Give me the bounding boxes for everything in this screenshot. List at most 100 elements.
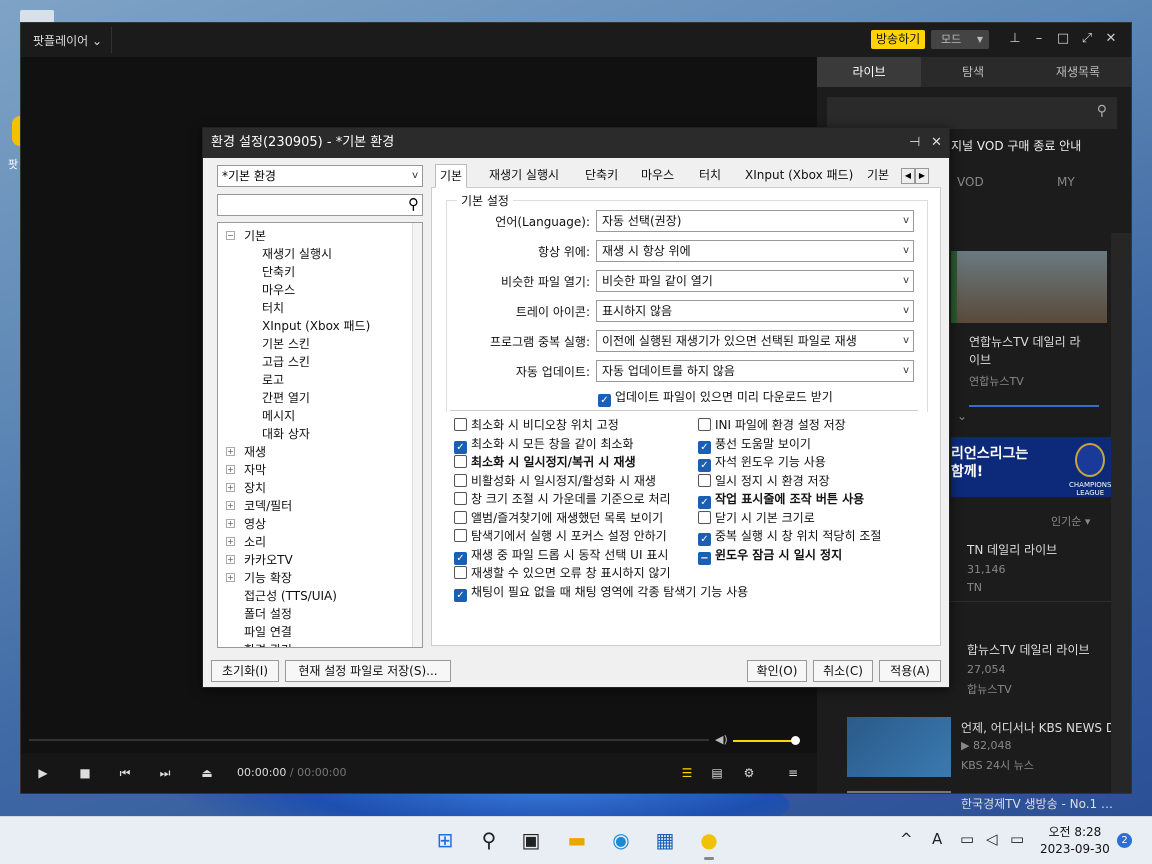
setting-select[interactable]: 표시하지 않음 v — [596, 300, 914, 322]
tab-skin[interactable]: 기본 — [863, 164, 893, 188]
subtab-my[interactable]: MY — [1057, 175, 1075, 189]
expand-icon[interactable]: + — [226, 447, 235, 456]
setting-select[interactable]: 자동 업데이트를 하지 않음 v — [596, 360, 914, 382]
tree-item[interactable]: 로고 — [262, 371, 284, 388]
tree-item[interactable]: 재생기 실행시 — [262, 245, 332, 262]
tree-item[interactable]: XInput (Xbox 패드) — [262, 317, 370, 334]
expand-icon[interactable]: + — [226, 537, 235, 546]
ok-button[interactable]: 확인(O) — [747, 660, 807, 682]
tab-playlist[interactable]: 재생목록 — [1025, 57, 1131, 87]
prefetch-update-checkbox[interactable]: ✓ 업데이트 파일이 있으면 미리 다운로드 받기 — [598, 389, 833, 407]
maximize-icon[interactable]: □ — [1055, 31, 1071, 47]
setting-select[interactable]: 비슷한 파일 같이 열기 v — [596, 270, 914, 292]
option-checkbox[interactable]: 최소화 시 일시정지/복귀 시 재생 — [454, 454, 636, 470]
list-item-title[interactable]: 언제, 어디서나 KBS NEWS D — [961, 719, 1115, 737]
tab-basic[interactable]: 기본 — [435, 164, 468, 188]
close-icon[interactable]: ✕ — [1103, 31, 1119, 47]
subtab-vod[interactable]: VOD — [957, 175, 984, 189]
option-checkbox[interactable]: ✓ 작업 표시줄에 조작 버튼 사용 — [698, 491, 864, 509]
search-icon[interactable]: ⚲ — [476, 827, 502, 853]
option-checkbox[interactable]: INI 파일에 환경 설정 저장 — [698, 417, 846, 433]
volume-knob[interactable] — [791, 736, 800, 745]
windows-start-icon[interactable]: ⊞ — [432, 827, 458, 853]
tree-item[interactable]: 마우스 — [262, 281, 295, 298]
previous-icon[interactable]: ⏮ — [115, 763, 135, 783]
list-item-title[interactable]: 한국경제TV 생방송 - No.1 … — [961, 795, 1113, 813]
tree-item[interactable]: 고급 스킨 — [262, 353, 310, 370]
side-scrollbar[interactable] — [1111, 233, 1131, 793]
edge-icon[interactable]: ◉ — [608, 827, 634, 853]
tree-item[interactable]: 소리 — [244, 533, 266, 550]
tree-item[interactable]: 간편 열기 — [262, 389, 310, 406]
tree-item[interactable]: 단축키 — [262, 263, 295, 280]
eject-icon[interactable]: ⏏ — [197, 763, 217, 783]
store-icon[interactable]: ▦ — [652, 827, 678, 853]
tab-touch[interactable]: 터치 — [695, 164, 725, 188]
option-checkbox[interactable]: ✓ 채팅이 필요 없을 때 채팅 영역에 각종 탐색기 기능 사용 — [454, 584, 748, 602]
potplayer-taskbar-icon[interactable]: ● — [696, 827, 722, 853]
expand-icon[interactable]: + — [226, 501, 235, 510]
chevron-down-icon[interactable]: ⌄ — [957, 409, 967, 423]
option-checkbox[interactable]: 일시 정지 시 환경 저장 — [698, 473, 830, 489]
chapter-icon[interactable]: ▤ — [707, 763, 727, 783]
expand-icon[interactable]: + — [226, 573, 235, 582]
option-checkbox[interactable]: 비활성화 시 일시정지/활성화 시 재생 — [454, 473, 656, 489]
mode-dropdown[interactable]: 모드 ▼ — [931, 30, 989, 49]
battery-icon[interactable]: ▭ — [1010, 830, 1024, 848]
option-checkbox[interactable]: ✓ 풍선 도움말 보이기 — [698, 436, 811, 454]
tree-item[interactable]: 기능 확장 — [244, 569, 292, 586]
tab-xinput[interactable]: XInput (Xbox 패드) — [741, 164, 857, 188]
tree-item[interactable]: 기본 — [244, 227, 266, 244]
fullscreen-icon[interactable]: ⤢ — [1079, 31, 1095, 47]
volume-icon[interactable]: ◀) — [715, 733, 728, 746]
tree-item[interactable]: 카카오TV — [244, 551, 293, 568]
option-checkbox[interactable]: 재생할 수 있으면 오류 창 표시하지 않기 — [454, 565, 671, 581]
tree-item[interactable]: 환경 관리 — [244, 641, 292, 647]
tab-scroll-right-icon[interactable]: ▶ — [915, 168, 929, 184]
setting-select[interactable]: 자동 선택(권장) v — [596, 210, 914, 232]
task-view-icon[interactable]: ▣ — [518, 827, 544, 853]
setting-select[interactable]: 이전에 실행된 재생기가 있으면 선택된 파일로 재생 v — [596, 330, 914, 352]
close-icon[interactable]: ✕ — [931, 135, 942, 150]
ime-indicator[interactable]: A — [932, 830, 942, 848]
tree-item[interactable]: 메시지 — [262, 407, 295, 424]
pin-icon[interactable]: ⊣ — [909, 135, 920, 150]
volume-slider[interactable] — [733, 740, 795, 742]
tab-live[interactable]: 라이브 — [817, 57, 921, 87]
option-checkbox[interactable]: ✓ 중복 실행 시 창 위치 적당히 조절 — [698, 528, 881, 546]
option-checkbox[interactable]: ✓ 최소화 시 모든 창을 같이 최소화 — [454, 436, 634, 454]
next-icon[interactable]: ⏭ — [155, 763, 175, 783]
tree-item[interactable]: 파일 연결 — [244, 623, 292, 640]
save-to-file-button[interactable]: 현재 설정 파일로 저장(S)... — [285, 660, 451, 682]
list-item-title[interactable]: 합뉴스TV 데일리 라이브 — [967, 641, 1090, 659]
option-checkbox[interactable]: 창 크기 조절 시 가운데를 기준으로 처리 — [454, 491, 671, 507]
collapse-icon[interactable]: − — [226, 231, 235, 240]
tree-item[interactable]: 터치 — [262, 299, 284, 316]
list-item-title[interactable]: TN 데일리 라이브 — [967, 541, 1057, 559]
chevron-up-icon[interactable]: ^ — [900, 830, 913, 848]
seek-bar[interactable] — [29, 739, 709, 741]
network-icon[interactable]: ▭ — [960, 830, 974, 848]
tree-item[interactable]: 코덱/필터 — [244, 497, 292, 514]
volume-mute-icon[interactable]: ◁ — [986, 830, 998, 848]
option-checkbox[interactable]: − 윈도우 잠금 시 일시 정지 — [698, 547, 842, 565]
tree-item[interactable]: 기본 스킨 — [262, 335, 310, 352]
playlist-search-icon[interactable]: ☰ — [677, 763, 697, 783]
thumbnail[interactable] — [957, 251, 1107, 323]
tab-on-start[interactable]: 재생기 실행시 — [485, 164, 563, 188]
notification-badge[interactable]: 2 — [1117, 833, 1132, 848]
reset-button[interactable]: 초기화(I) — [211, 660, 279, 682]
tree-item[interactable]: 접근성 (TTS/UIA) — [244, 587, 337, 604]
tab-mouse[interactable]: 마우스 — [637, 164, 678, 188]
expand-icon[interactable]: + — [226, 465, 235, 474]
tab-scroll-left-icon[interactable]: ◀ — [901, 168, 915, 184]
card-title[interactable]: 연합뉴스TV 데일리 라 이브 — [969, 333, 1081, 369]
settings-search-input[interactable]: ⚲ — [217, 194, 423, 216]
side-search-input[interactable]: ⚲ — [827, 97, 1117, 129]
tree-item[interactable]: 자막 — [244, 461, 266, 478]
champions-league-banner[interactable]: 리언스리그는 함께! CHAMPIONS LEAGUE — [951, 437, 1131, 497]
notice-text[interactable]: 지널 VOD 구매 종료 안내 — [951, 137, 1081, 154]
option-checkbox[interactable]: 탐색기에서 실행 시 포커스 설정 안하기 — [454, 528, 667, 544]
setting-select[interactable]: 재생 시 항상 위에 v — [596, 240, 914, 262]
option-checkbox[interactable]: 앨범/즐겨찾기에 재생했던 목록 보이기 — [454, 510, 663, 526]
